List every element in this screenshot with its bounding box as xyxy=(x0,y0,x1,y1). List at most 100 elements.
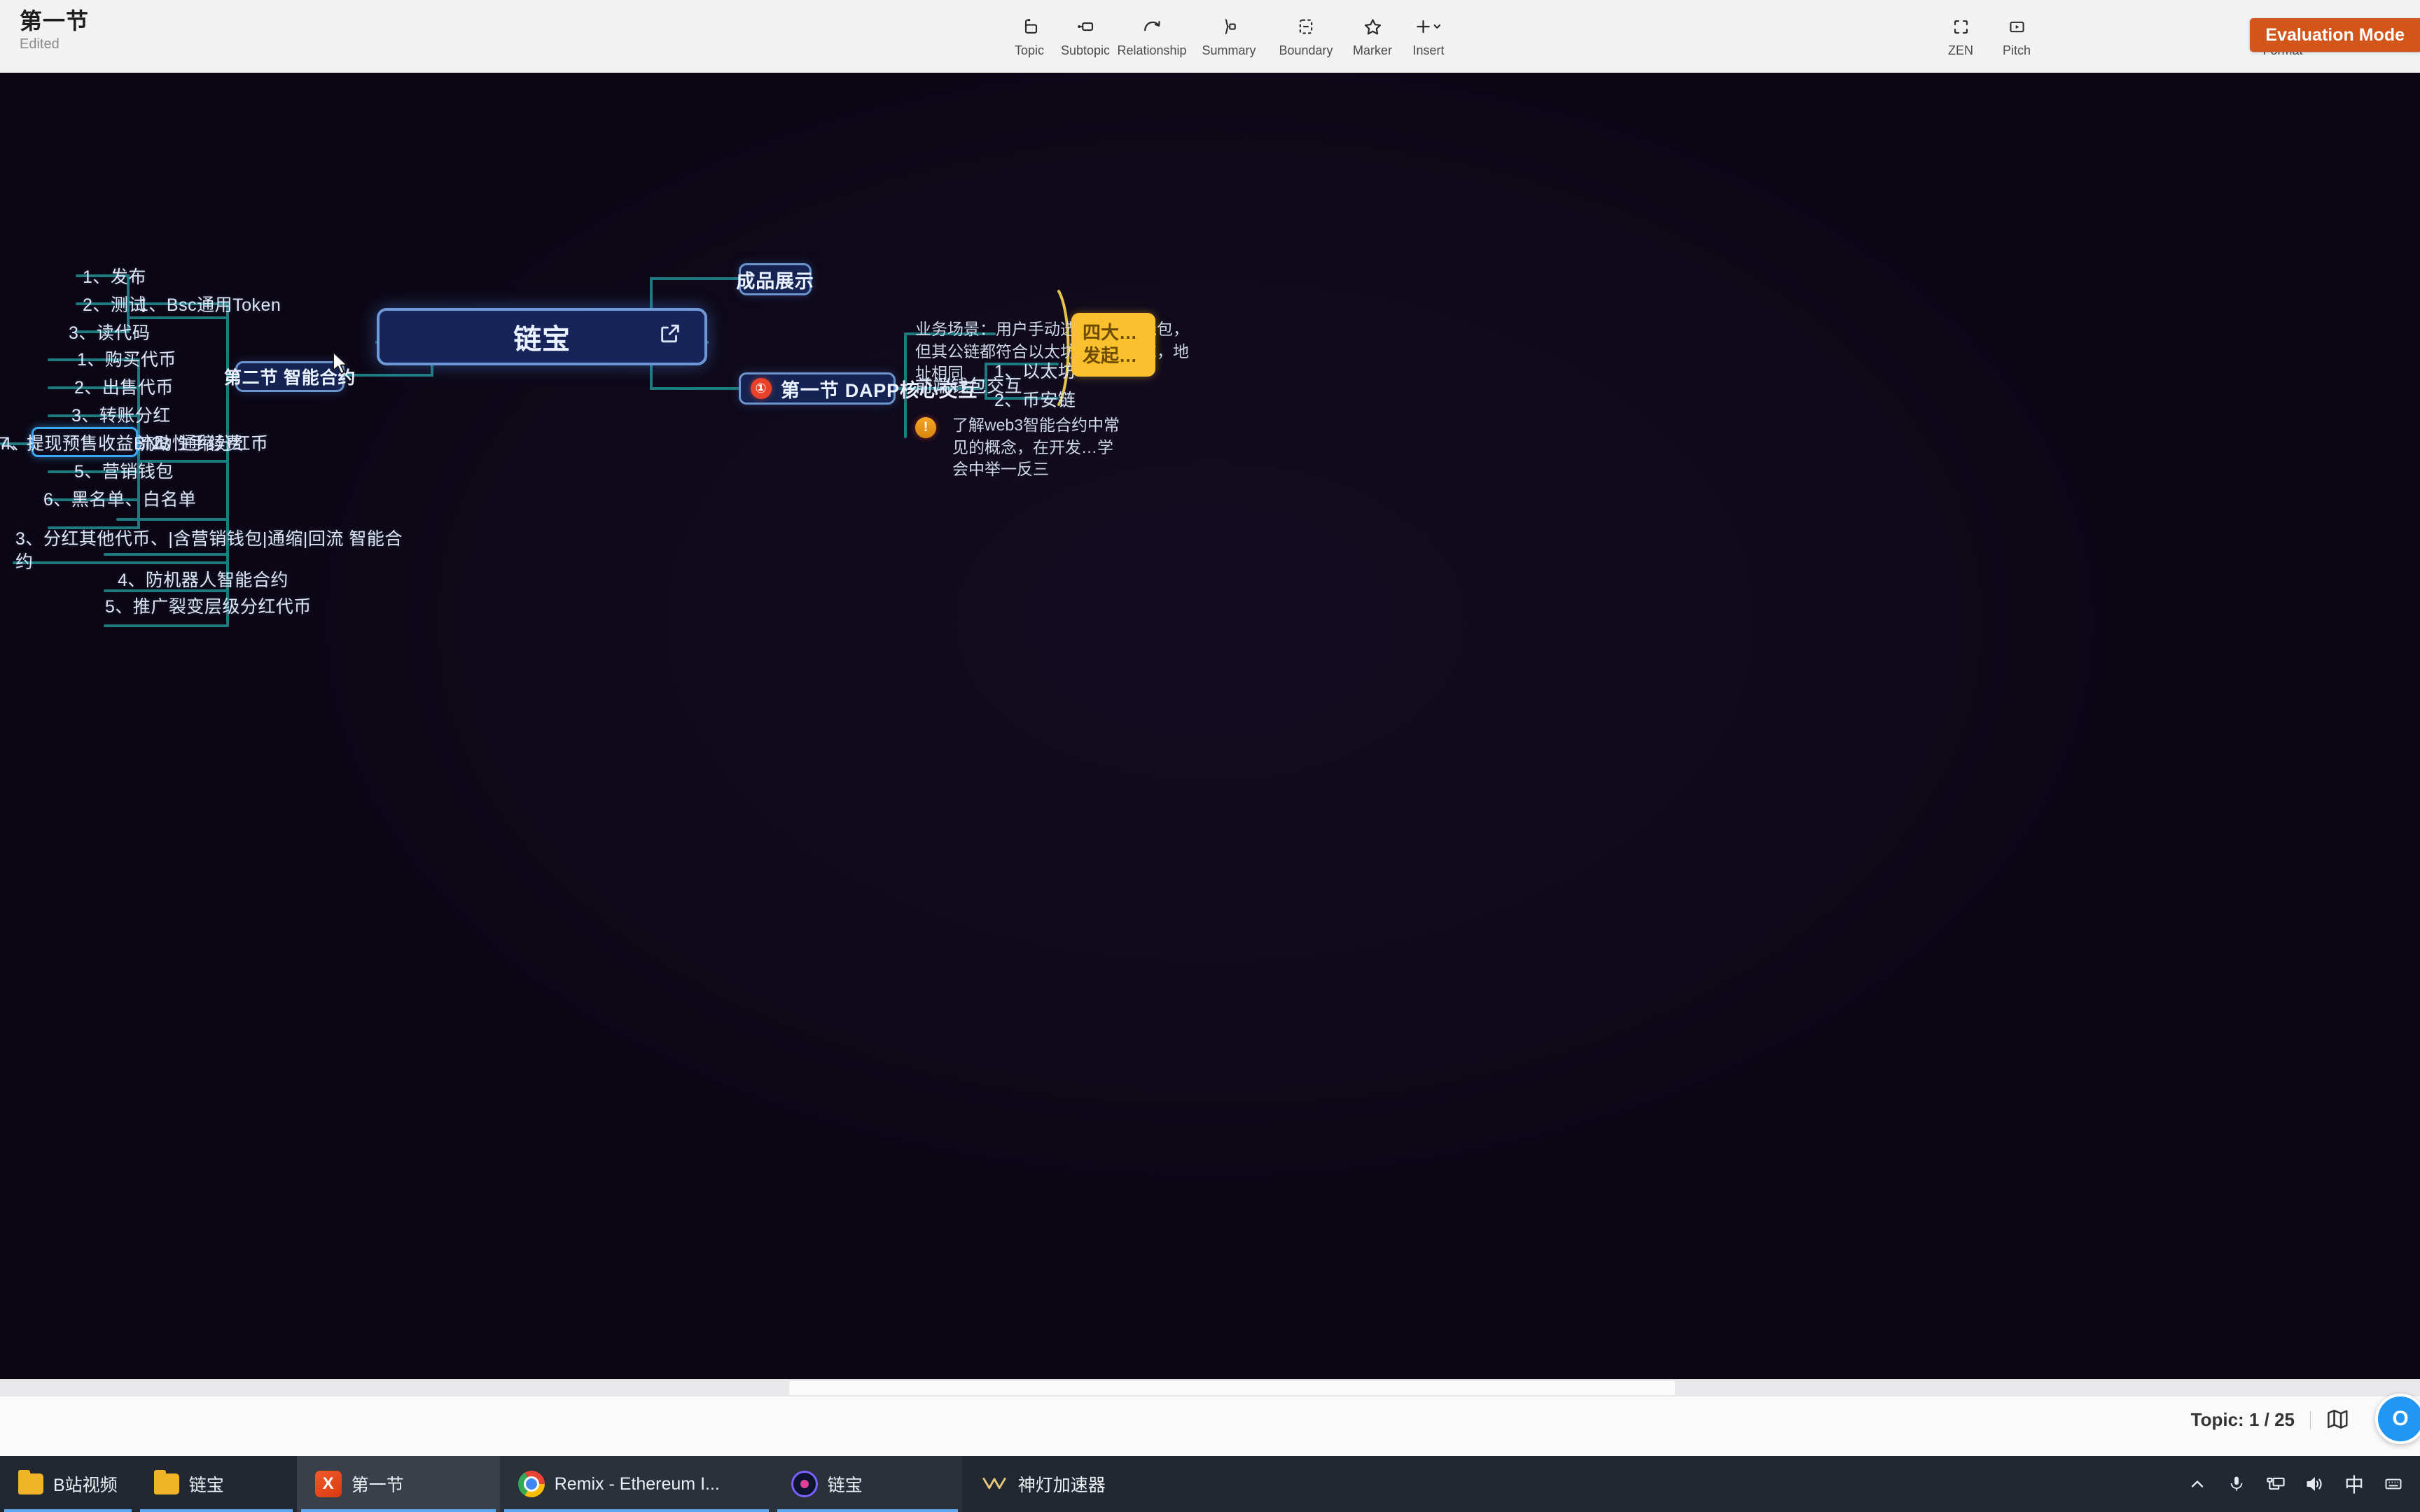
topic-icon xyxy=(1019,15,1040,38)
topic-count-label: Topic: 1 / 25 xyxy=(2190,1409,2295,1430)
topic-node-chain[interactable]: 2、币安链 xyxy=(994,386,1076,412)
chrome-icon xyxy=(517,1471,545,1497)
taskbar-item-label: B站视频 xyxy=(53,1476,118,1495)
summary-node-yellow[interactable]: 四大… 发起… xyxy=(1071,313,1155,377)
topic-node[interactable]: 3、读代码 xyxy=(69,319,150,344)
topic-node-section-one[interactable]: ① 第一节 DAPP核心交互 xyxy=(739,372,977,405)
topic-node[interactable]: 6、黑名单、白名单 xyxy=(43,486,196,511)
toolbar-relationship-label: Relationship xyxy=(1117,43,1187,57)
marker-number-one-icon: ① xyxy=(751,378,772,399)
toolbar-topic-button[interactable]: Topic xyxy=(1001,2,1057,71)
help-button[interactable]: O xyxy=(2375,1394,2420,1444)
taskbar-active-underline xyxy=(503,1509,769,1512)
folder-icon xyxy=(18,1470,43,1494)
topic-node-group[interactable]: 5、推广裂变层级分红代币 xyxy=(105,593,312,618)
taskbar-item-linbao-folder[interactable]: 链宝 xyxy=(136,1456,297,1512)
page-title: 第一节 xyxy=(20,8,90,34)
insert-plus-icon xyxy=(1414,15,1443,38)
system-tray: 中 xyxy=(2178,1456,2420,1512)
toolbar-summary-button[interactable]: Summary xyxy=(1190,2,1267,71)
summary-icon xyxy=(1218,15,1239,38)
toolbar-subtopic-label: Subtopic xyxy=(1060,43,1111,57)
toolbar-relationship-button[interactable]: Relationship xyxy=(1113,2,1190,71)
marker-note-web3[interactable]: ! 了解web3智能合约中常见的概念，在开发…学会中举一反三 xyxy=(915,414,1125,481)
orange-exclamation-icon: ! xyxy=(915,417,936,438)
status-bar: Topic: 1 / 25 O xyxy=(0,1379,2420,1456)
external-link-icon[interactable] xyxy=(658,321,682,353)
taskbar-item-xmind[interactable]: X 第一节 xyxy=(296,1456,500,1512)
summary-node-label: 四大… 发起… xyxy=(1083,322,1138,367)
document-title-block[interactable]: 第一节 Edited xyxy=(20,8,90,52)
taskbar-item-shendeng[interactable]: 神灯加速器 xyxy=(962,1456,1172,1512)
taskbar-item-linbao-app[interactable]: 链宝 xyxy=(772,1456,962,1512)
central-topic-node[interactable]: 链宝 xyxy=(377,308,707,365)
topic-node[interactable]: 3、转账分红 xyxy=(71,402,171,427)
zen-icon xyxy=(1951,15,1971,38)
toolbar-insert-label: Insert xyxy=(1412,43,1445,57)
microphone-icon[interactable] xyxy=(2217,1456,2256,1512)
topic-node-group[interactable]: 4、防机器人智能合约 xyxy=(118,566,288,592)
taskbar-item-remix[interactable]: Remix - Ethereum I... xyxy=(499,1456,773,1512)
xmind-icon: X xyxy=(314,1471,342,1497)
mindmap-connector-lines xyxy=(0,274,1085,627)
taskbar-item-bilibili[interactable]: B站视频 xyxy=(0,1456,136,1512)
central-topic-label: 链宝 xyxy=(513,324,571,355)
boundary-icon xyxy=(1295,15,1316,38)
windows-taskbar: B站视频 链宝 X 第一节 Remix - Ethereum I... 链宝 神… xyxy=(0,1456,2420,1512)
toolbar-topic-label: Topic xyxy=(1014,43,1045,57)
horizontal-scrollbar-thumb[interactable] xyxy=(789,1381,1675,1395)
pitch-icon xyxy=(2007,15,2027,38)
marker-note-label: 了解web3智能合约中常见的概念，在开发…学会中举一反三 xyxy=(952,416,1120,479)
shendeng-icon xyxy=(980,1472,1008,1496)
taskbar-active-underline xyxy=(777,1509,958,1512)
toolbar-zen-button[interactable]: ZEN xyxy=(1933,2,1989,71)
topic-node-group[interactable]: 1、Bsc通用Token xyxy=(139,291,281,316)
chevron-up-icon[interactable] xyxy=(2178,1456,2217,1512)
subtopic-icon xyxy=(1075,15,1096,38)
toolbar-marker-label: Marker xyxy=(1352,43,1392,57)
topic-node-group[interactable]: 2、通缩分红币 xyxy=(151,430,268,455)
taskbar-item-label: 第一节 xyxy=(351,1476,404,1495)
topic-node[interactable]: 2、出售代币 xyxy=(74,374,174,399)
status-bar-right: Topic: 1 / 25 xyxy=(2191,1408,2350,1432)
toolbar-subtopic-button[interactable]: Subtopic xyxy=(1057,2,1113,71)
topic-node[interactable]: 1、发布 xyxy=(83,263,146,288)
topic-node-chain[interactable]: 1、以太坊 xyxy=(994,358,1076,383)
toolbar-summary-label: Summary xyxy=(1202,43,1256,57)
mindmap-canvas[interactable]: 1、发布 2、测试 3、读代码 1、Bsc通用Token 1、购买代币 2、出售… xyxy=(0,73,2420,1379)
toolbar-zen-label: ZEN xyxy=(1948,43,1973,57)
taskbar-item-label: 链宝 xyxy=(827,1476,863,1495)
topic-node-section-two[interactable]: 第二节 智能合约 xyxy=(224,361,355,392)
document-status: Edited xyxy=(20,36,60,52)
folder-icon xyxy=(153,1470,179,1494)
marker-star-icon xyxy=(1362,15,1384,38)
evaluation-mode-badge[interactable]: Evaluation Mode xyxy=(2250,18,2420,52)
status-divider xyxy=(2310,1410,2311,1429)
topic-node[interactable]: 2、测试 xyxy=(83,291,146,316)
ime-icon[interactable]: 中 xyxy=(2335,1456,2374,1512)
map-view-icon[interactable] xyxy=(2326,1408,2350,1432)
toolbar-boundary-button[interactable]: Boundary xyxy=(1267,2,1344,71)
taskbar-active-underline xyxy=(139,1509,293,1512)
ime-keyboard-icon[interactable] xyxy=(2374,1456,2413,1512)
toolbar-boundary-label: Boundary xyxy=(1279,43,1333,57)
topic-node[interactable]: 1、购买代币 xyxy=(77,346,176,371)
toolbar-insert-button[interactable]: Insert xyxy=(1400,2,1456,71)
xmind-window: 第一节 Edited Topic Subtopic Relationship S… xyxy=(0,0,2420,1456)
topic-node[interactable]: 5、营销钱包 xyxy=(74,458,174,483)
toolbar-pitch-label: Pitch xyxy=(2002,43,2031,57)
taskbar-item-label: Remix - Ethereum I... xyxy=(554,1474,720,1494)
relationship-icon xyxy=(1141,15,1163,38)
network-icon[interactable] xyxy=(2256,1456,2295,1512)
taskbar-item-label: 链宝 xyxy=(188,1476,224,1495)
horizontal-scrollbar[interactable] xyxy=(0,1380,2420,1396)
volume-icon[interactable] xyxy=(2295,1456,2335,1512)
topic-node-finished-demo[interactable]: 成品展示 xyxy=(736,263,814,295)
topic-node-selected-label: 7、提现预售收益BNB xyxy=(0,433,171,454)
toolbar-main-group: Topic Subtopic Relationship Summary Boun… xyxy=(1001,0,1456,73)
toolbar-marker-button[interactable]: Marker xyxy=(1344,2,1400,71)
linbao-icon xyxy=(791,1471,818,1497)
taskbar-item-label: 神灯加速器 xyxy=(1017,1476,1106,1495)
toolbar-pitch-button[interactable]: Pitch xyxy=(1989,2,2045,71)
topic-node-selected[interactable]: 7、提现预售收益BNB xyxy=(0,427,170,457)
